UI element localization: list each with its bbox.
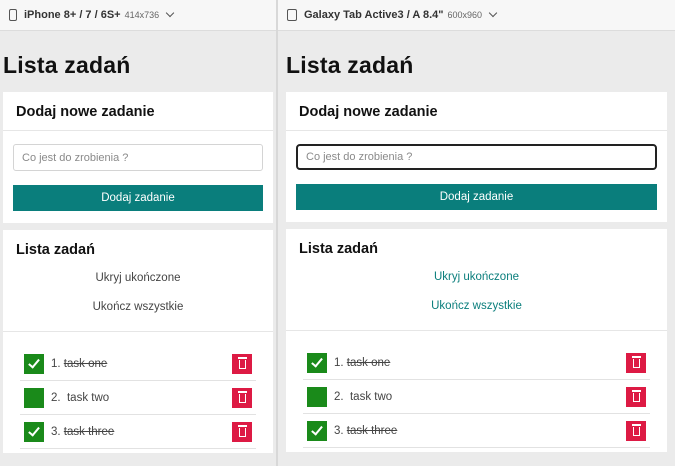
device-size: 414x736	[124, 10, 160, 20]
task-row: 1. task one	[20, 347, 256, 381]
device-size: 600x960	[447, 10, 483, 20]
tablet-icon	[287, 9, 297, 21]
delete-task-button[interactable]	[232, 387, 252, 408]
trash-icon	[631, 390, 641, 402]
trash-icon	[237, 425, 247, 437]
task-label: task three	[346, 424, 398, 437]
task-row: 1. task one	[303, 346, 650, 380]
task-text: 3. task three	[334, 424, 398, 437]
task-input[interactable]	[296, 144, 657, 170]
add-task-button[interactable]: Dodaj zadanie	[13, 185, 263, 211]
task-checkbox[interactable]	[307, 386, 327, 407]
add-task-card: Dodaj nowe zadanie Dodaj zadanie	[3, 92, 273, 223]
device-selector[interactable]: Galaxy Tab Active3 / A 8.4" 600x960	[278, 0, 675, 31]
delete-task-button[interactable]	[232, 421, 252, 442]
task-row: 3. task three	[303, 414, 650, 448]
hide-completed-link[interactable]: Ukryj ukończone	[3, 264, 273, 293]
task-list-card: Lista zadań Ukryj ukończone Ukończ wszys…	[3, 230, 273, 453]
trash-icon	[631, 424, 641, 436]
task-checkbox[interactable]	[24, 421, 44, 442]
task-text: 3. task three	[51, 425, 115, 438]
todo-app: Lista zadań Dodaj nowe zadanie Dodaj zad…	[278, 52, 675, 452]
task-row: 3. task three	[20, 415, 256, 449]
chevron-down-icon[interactable]	[488, 8, 498, 18]
task-text: 2. task two	[51, 391, 110, 404]
task-list-card: Lista zadań Ukryj ukończone Ukończ wszys…	[286, 229, 667, 452]
trash-icon	[237, 391, 247, 403]
task-label: task two	[66, 391, 110, 404]
checkmark-icon	[28, 355, 40, 369]
add-task-button[interactable]: Dodaj zadanie	[296, 184, 657, 210]
phone-icon	[9, 9, 17, 21]
delete-task-button[interactable]	[626, 386, 646, 407]
task-checkbox[interactable]	[24, 353, 44, 374]
checkmark-icon	[28, 423, 40, 437]
device-frame-tablet: Galaxy Tab Active3 / A 8.4" 600x960 List…	[278, 0, 675, 466]
add-task-heading: Dodaj nowe zadanie	[286, 92, 667, 131]
add-task-heading: Dodaj nowe zadanie	[3, 92, 273, 131]
task-list-heading: Lista zadań	[299, 241, 378, 257]
task-text: 2. task two	[334, 390, 393, 403]
delete-task-button[interactable]	[626, 352, 646, 373]
task-label: task one	[63, 357, 108, 370]
device-selector[interactable]: iPhone 8+ / 7 / 6S+ 414x736	[0, 0, 276, 31]
hide-completed-link[interactable]: Ukryj ukończone	[286, 263, 667, 292]
checkmark-icon	[311, 354, 323, 368]
task-input[interactable]	[13, 144, 263, 171]
add-task-card: Dodaj nowe zadanie Dodaj zadanie	[286, 92, 667, 222]
todo-app: Lista zadań Dodaj nowe zadanie Dodaj zad…	[0, 52, 276, 453]
trash-icon	[631, 356, 641, 368]
task-label: task two	[349, 390, 393, 403]
chevron-down-icon[interactable]	[165, 8, 175, 18]
task-label: task three	[63, 425, 115, 438]
delete-task-button[interactable]	[232, 353, 252, 374]
task-checkbox[interactable]	[307, 420, 327, 441]
checkmark-icon	[311, 422, 323, 436]
task-checkbox[interactable]	[307, 352, 327, 373]
task-text: 1. task one	[334, 356, 391, 369]
task-label: task one	[346, 356, 391, 369]
page-title: Lista zadań	[3, 52, 131, 78]
complete-all-link[interactable]: Ukończ wszystkie	[3, 293, 273, 322]
task-checkbox[interactable]	[24, 387, 44, 408]
device-frame-iphone: iPhone 8+ / 7 / 6S+ 414x736 Lista zadań …	[0, 0, 276, 466]
complete-all-link[interactable]: Ukończ wszystkie	[286, 292, 667, 321]
task-text: 1. task one	[51, 357, 108, 370]
delete-task-button[interactable]	[626, 420, 646, 441]
trash-icon	[237, 357, 247, 369]
task-row: 2. task two	[20, 381, 256, 415]
device-name: Galaxy Tab Active3 / A 8.4"	[304, 9, 444, 21]
page-title: Lista zadań	[286, 52, 414, 78]
task-list: 1. task one 2. task two 3. task three	[286, 331, 667, 452]
task-list-heading: Lista zadań	[16, 242, 95, 258]
device-name: iPhone 8+ / 7 / 6S+	[24, 9, 121, 21]
task-list: 1. task one 2. task two 3. task three	[3, 332, 273, 453]
task-row: 2. task two	[303, 380, 650, 414]
